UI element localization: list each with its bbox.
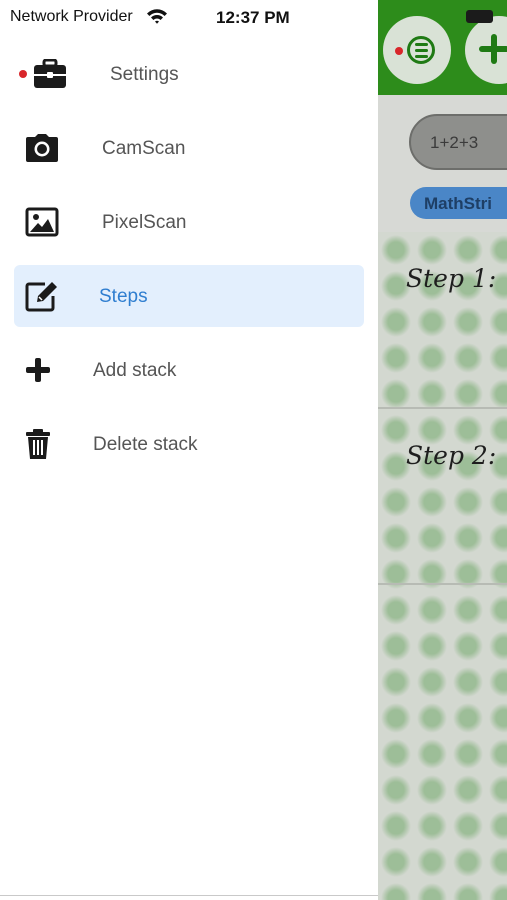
expression-input[interactable]: 1+2+3 [409,114,507,170]
briefcase-icon [32,56,68,92]
notification-dot [19,70,27,78]
row-divider [378,583,507,585]
wifi-icon [146,8,168,29]
status-bar: Network Provider 12:37 PM [0,0,507,36]
clock: 12:37 PM [216,8,290,27]
drawer-item-label: Delete stack [93,434,198,455]
drawer-item-label: PixelScan [102,212,187,233]
notification-dot [395,47,403,55]
menu-icon [407,36,435,64]
navigation-drawer: Settings CamScan PixelScan Steps Add sta… [0,0,378,900]
drawer-item-label: CamScan [102,138,186,159]
drawer-item-delete-stack[interactable]: Delete stack [14,413,364,475]
drawer-item-steps[interactable]: Steps [14,265,364,327]
drawer-item-label: Add stack [93,360,177,381]
drawer-item-label: Settings [110,64,179,85]
bottom-edge [0,895,378,896]
camera-icon [24,130,60,166]
drawer-item-pixelscan[interactable]: PixelScan [14,191,364,253]
steps-canvas [378,232,507,900]
mathstring-chip[interactable]: MathStri [410,187,507,219]
battery-icon [466,10,493,23]
row-divider [378,407,507,409]
step-2-label: Step 2: [406,441,497,470]
drawer-item-settings[interactable]: Settings [14,43,364,105]
step-1-label: Step 1: [406,264,497,293]
plus-icon [20,352,56,388]
drawer-item-add-stack[interactable]: Add stack [14,339,364,401]
edit-icon [24,278,60,314]
carrier-label: Network Provider [10,8,133,25]
image-icon [24,204,60,240]
drawer-item-camscan[interactable]: CamScan [14,117,364,179]
expression-text: 1+2+3 [430,133,479,152]
trash-icon [20,426,56,462]
drawer-item-label: Steps [99,286,148,307]
